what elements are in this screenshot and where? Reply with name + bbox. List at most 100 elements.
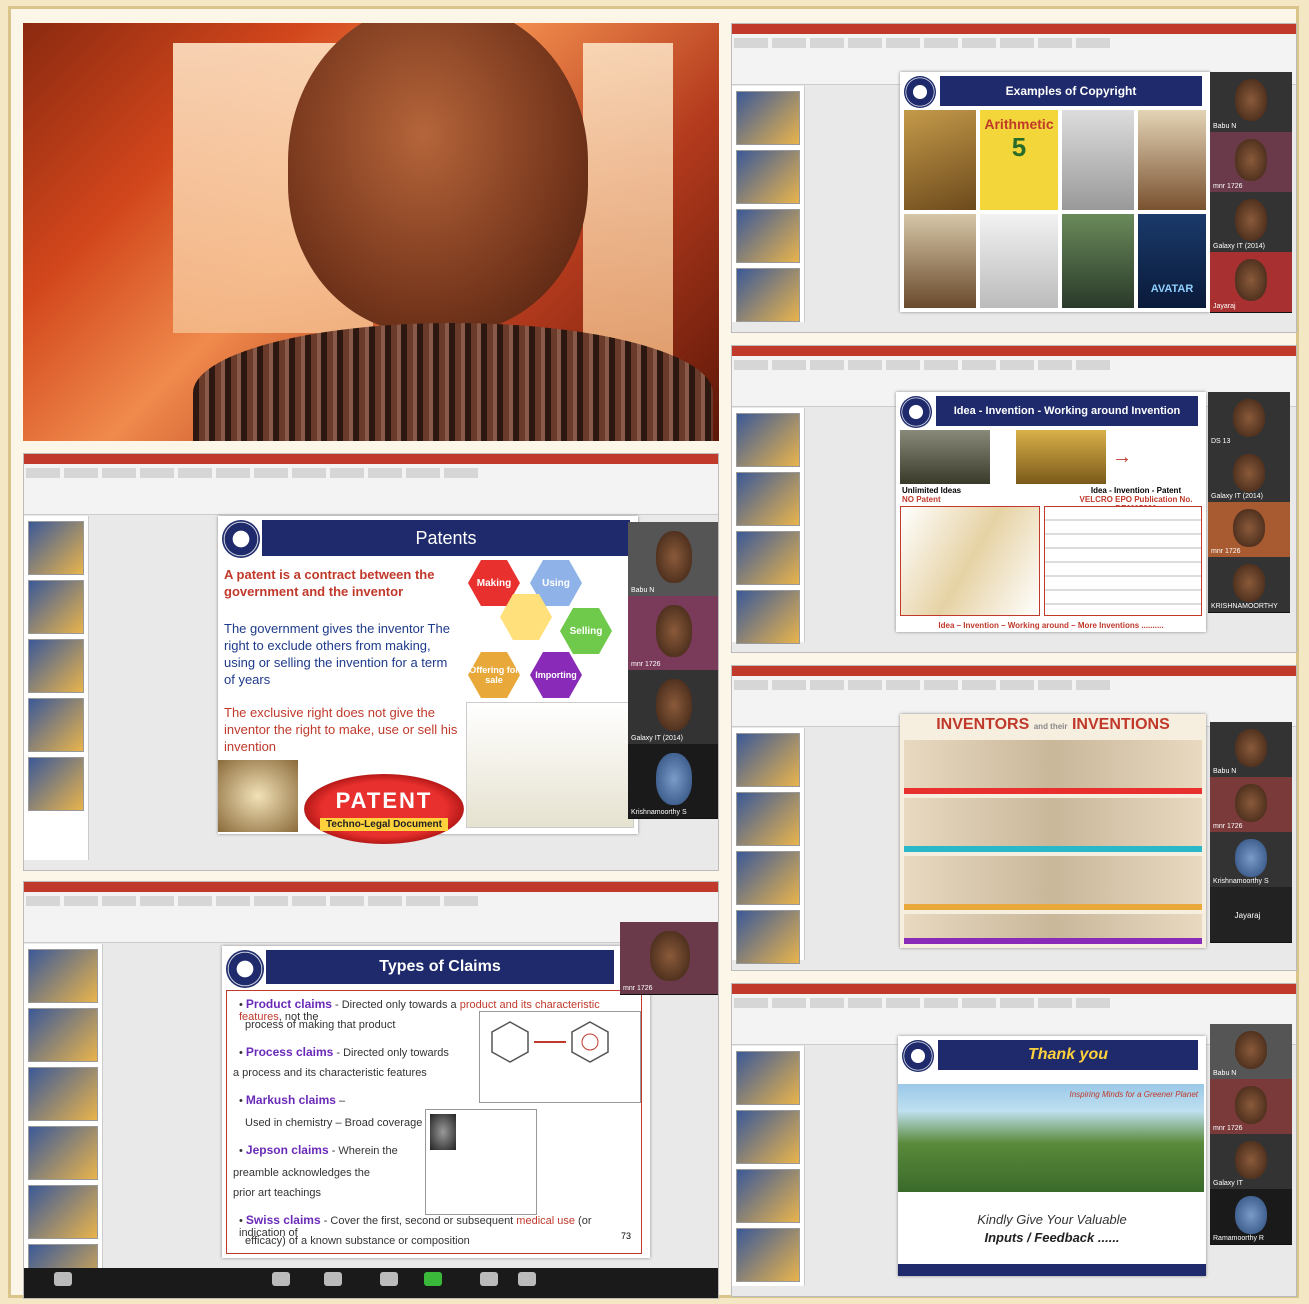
participant-video[interactable]: Galaxy IT (2014): [1208, 447, 1290, 503]
slide: Patents A patent is a contract between t…: [218, 516, 638, 844]
participant-gallery: Babu N mnr 1726 Krishnamoorthy S Jayaraj: [1210, 722, 1292, 943]
patent-drawings: [1044, 506, 1202, 616]
claim-swiss-line2: efficacy) of a known substance or compos…: [245, 1235, 470, 1247]
claim-markush-line2: Used in chemistry – Broad coverage: [245, 1117, 423, 1129]
slide-page-number: 73: [620, 1231, 631, 1241]
campus-photo: Inspiring Minds for a Greener Planet: [898, 1084, 1204, 1192]
inventors-row: [904, 914, 1202, 944]
molecule-icon: [491, 1021, 609, 1063]
ppt-ribbon: [732, 24, 1296, 34]
book-cover: Arithmetic 5: [980, 110, 1058, 210]
claim-process: • Process claims - Directed only towards: [239, 1045, 449, 1059]
slide-title: Examples of Copyright: [940, 76, 1202, 106]
campus-tagline: Inspiring Minds for a Greener Planet: [1069, 1090, 1198, 1099]
slide-footer-bar: [898, 1264, 1206, 1276]
claim-jepson: • Jepson claims - Wherein the: [239, 1143, 398, 1157]
craft-photo: [904, 214, 976, 308]
hex-importing: Importing: [530, 652, 582, 698]
arrow-icon: →: [1112, 446, 1132, 468]
webcam-tile: [23, 23, 719, 441]
participant-video[interactable]: mnr 1726: [1208, 502, 1290, 558]
document-photo: [218, 760, 298, 832]
participant-video[interactable]: Galaxy IT: [1210, 1134, 1292, 1190]
participant-video[interactable]: mnr 1726: [1210, 132, 1292, 193]
slide-thumbnails[interactable]: [732, 728, 805, 964]
participant-video[interactable]: Krishnamoorthy S: [1210, 832, 1292, 888]
tile-thanks: Thank you Inspiring Minds for a Greener …: [731, 983, 1297, 1297]
participant-video[interactable]: DS 13: [1208, 392, 1290, 448]
participant-video[interactable]: Babu N: [1210, 722, 1292, 778]
participant-video[interactable]: Galaxy IT (2014): [628, 670, 718, 745]
hex-selling: Selling: [560, 608, 612, 654]
participant-video[interactable]: mnr 1726: [628, 596, 718, 671]
chat-icon[interactable]: [380, 1272, 398, 1286]
copyright-book: [1138, 110, 1206, 210]
tile-copyright: Examples of Copyright Arithmetic 5 AVATA…: [731, 23, 1297, 333]
slide: Types of Claims • Product claims - Direc…: [222, 946, 650, 1258]
slide: Examples of Copyright Arithmetic 5 AVATA…: [900, 72, 1210, 312]
slide-thumbnails[interactable]: [732, 86, 805, 322]
copyright-document: [1062, 110, 1134, 210]
slide-footer: Idea – Invention – Working around – More…: [938, 621, 1164, 630]
participant-video[interactable]: Babu N: [1210, 1024, 1292, 1080]
participant-video[interactable]: Jayaraj: [1210, 252, 1292, 313]
portrait-photo: [430, 1114, 456, 1150]
patent-limitation: The exclusive right does not give the in…: [224, 705, 458, 754]
claim-product-line2: process of making that product: [245, 1019, 396, 1031]
participants-icon[interactable]: [324, 1272, 342, 1286]
slide-thumbnails[interactable]: [24, 944, 103, 1298]
claims-box: • Product claims - Directed only towards…: [226, 990, 642, 1254]
book-number: 5: [1011, 132, 1027, 162]
slide-title: Idea - Invention - Working around Invent…: [936, 396, 1198, 426]
slide-title: Types of Claims: [266, 950, 614, 984]
participant-video[interactable]: KRISHNAMOORTHY: [1208, 557, 1290, 613]
participant-video[interactable]: Krishnamoorthy S: [628, 744, 718, 819]
participant-gallery: DS 13 Galaxy IT (2014) mnr 1726 KRISHNAM…: [1208, 392, 1290, 613]
participant-video[interactable]: Babu N: [1210, 72, 1292, 133]
slide: Idea - Invention - Working around Invent…: [896, 392, 1206, 632]
slide-thumbnails[interactable]: [732, 1046, 805, 1286]
video-icon[interactable]: [54, 1272, 72, 1286]
tile-claims: Types of Claims • Product claims - Direc…: [23, 881, 719, 1299]
participant-video[interactable]: mnr 1726: [620, 922, 718, 995]
participant-video[interactable]: Babu N: [628, 522, 718, 597]
participant-video[interactable]: Jayaraj: [1210, 887, 1292, 943]
feedback-line1: Kindly Give Your Valuable: [977, 1212, 1127, 1227]
slide-title: Thank you: [938, 1040, 1198, 1070]
share-screen-icon[interactable]: [424, 1272, 442, 1286]
institute-logo: [902, 1040, 934, 1072]
claim-process-line2: a process and its characteristic feature…: [233, 1067, 427, 1079]
ideas-photo: [900, 430, 990, 484]
ppt-toolbar[interactable]: [24, 892, 718, 943]
slide-thumbnails[interactable]: [732, 408, 805, 644]
participant-gallery: mnr 1726: [620, 922, 718, 995]
participant-video[interactable]: mnr 1726: [1210, 777, 1292, 833]
slide-thumbnails[interactable]: [24, 516, 89, 860]
institute-logo: [222, 520, 260, 558]
slide: Thank you Inspiring Minds for a Greener …: [898, 1036, 1206, 1276]
tile-idea: Idea - Invention - Working around Invent…: [731, 345, 1297, 653]
velcro-photo: [1016, 430, 1106, 484]
avatar-poster: AVATAR: [1138, 214, 1206, 308]
inventors-row: [904, 798, 1202, 852]
background-window: [583, 43, 673, 383]
slide-title: Patents: [262, 520, 630, 556]
ppt-toolbar[interactable]: [24, 464, 718, 515]
cartoon-illustration: [466, 702, 634, 828]
participant-gallery: Babu N mnr 1726 Galaxy IT Ramamoorthy R: [1210, 1024, 1292, 1245]
participant-video[interactable]: mnr 1726: [1210, 1079, 1292, 1135]
reactions-icon[interactable]: [518, 1272, 536, 1286]
collage-frame: Examples of Copyright Arithmetic 5 AVATA…: [8, 6, 1299, 1299]
security-icon[interactable]: [272, 1272, 290, 1286]
speaker-face: [288, 23, 588, 333]
participant-video[interactable]: Ramamoorthy R: [1210, 1189, 1292, 1245]
claim-jepson-line3: prior art teachings: [233, 1187, 322, 1199]
participant-video[interactable]: Galaxy IT (2014): [1210, 192, 1292, 253]
notebook-photo: [980, 214, 1058, 308]
institute-logo: [904, 76, 936, 108]
record-icon[interactable]: [480, 1272, 498, 1286]
claim-markush: • Markush claims –: [239, 1093, 346, 1107]
patent-definition: A patent is a contract between the gover…: [224, 567, 435, 599]
pens-photo: [900, 506, 1040, 616]
tile-patents: Patents A patent is a contract between t…: [23, 453, 719, 871]
